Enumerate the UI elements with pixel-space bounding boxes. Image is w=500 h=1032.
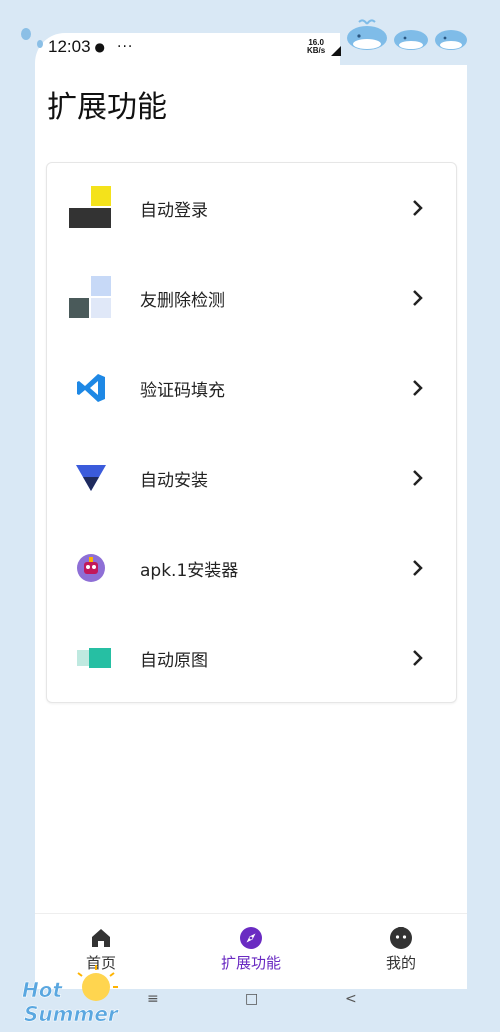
water-drops-decoration	[21, 28, 43, 48]
feature-row-auto-original-image[interactable]: 自动原图	[47, 613, 458, 703]
feature-row-friend-delete-check[interactable]: 友删除检测	[47, 253, 458, 343]
feature-row-captcha-fill[interactable]: 验证码填充	[47, 343, 458, 433]
vscode-icon	[69, 366, 113, 410]
feature-list-card: 自动登录 友删除检测 验证码填充 自动安装 apk.1安装器 自动原图	[46, 162, 457, 703]
feature-row-auto-login[interactable]: 自动登录	[47, 163, 458, 253]
menu-icon[interactable]: ≡	[147, 991, 159, 1007]
status-time: 12:03	[48, 37, 91, 56]
hot-summer-decoration: Hot Summer	[22, 965, 119, 1026]
network-speed: 16.0 KB/s	[307, 38, 326, 55]
feature-label: apk.1安装器	[140, 560, 239, 581]
feature-label: 友删除检测	[140, 290, 225, 311]
page-title: 扩展功能	[47, 90, 167, 125]
tab-mine[interactable]: 我的	[351, 926, 451, 973]
tab-extensions[interactable]: 扩展功能	[201, 926, 301, 973]
robot-avatar-icon	[69, 546, 113, 590]
more-notifications-icon: ···	[117, 39, 134, 55]
chevron-right-icon	[413, 380, 423, 396]
tab-label: 扩展功能	[220, 954, 281, 972]
app-icon	[69, 636, 113, 680]
triangle-install-icon	[69, 456, 113, 500]
tab-label: 我的	[385, 954, 416, 972]
whales-decoration	[347, 19, 467, 50]
compass-icon	[240, 927, 262, 949]
feature-label: 验证码填充	[140, 380, 225, 401]
status-bar: 12:03 ● ···	[48, 36, 348, 58]
home-button-icon[interactable]: □	[245, 991, 258, 1007]
qq-penguin-icon: ●	[94, 40, 106, 54]
feature-label: 自动原图	[140, 650, 208, 671]
chevron-right-icon	[413, 560, 423, 576]
signal-icon	[331, 46, 341, 56]
chevron-right-icon	[413, 650, 423, 666]
home-icon	[92, 929, 110, 947]
svg-text:Summer: Summer	[24, 1002, 119, 1026]
chevron-right-icon	[413, 470, 423, 486]
chevron-right-icon	[413, 290, 423, 306]
feature-row-apk-installer[interactable]: apk.1安装器	[47, 523, 458, 613]
feature-row-auto-install[interactable]: 自动安装	[47, 433, 458, 523]
app-icon	[69, 186, 113, 230]
feature-label: 自动登录	[140, 200, 208, 221]
app-icon	[69, 276, 113, 320]
back-icon[interactable]: <	[345, 991, 357, 1007]
feature-label: 自动安装	[140, 470, 208, 491]
face-icon	[390, 927, 412, 949]
chevron-right-icon	[413, 200, 423, 216]
svg-text:Hot: Hot	[22, 978, 63, 1002]
